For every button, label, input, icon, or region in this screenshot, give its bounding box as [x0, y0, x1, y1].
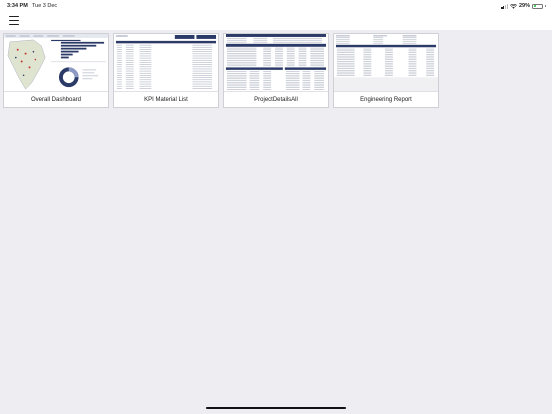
status-indicators: 29% [501, 2, 546, 10]
battery-percentage: 29% [518, 3, 530, 9]
report-card-kpi-material-list[interactable]: KPI Material List [113, 33, 219, 108]
status-bar: 3:34 PM Tue 3 Dec 29% [0, 0, 552, 12]
battery-icon [532, 3, 543, 9]
report-thumbnail [224, 34, 328, 92]
wifi-icon [510, 3, 517, 9]
report-title: KPI Material List [144, 96, 188, 103]
nav-bar [0, 12, 552, 30]
hamburger-menu-icon[interactable] [9, 16, 19, 25]
report-card-project-details-all[interactable]: ProjectDetailsAll [223, 33, 329, 108]
report-thumbnail [334, 34, 438, 92]
status-date: Tue 3 Dec [32, 3, 58, 9]
report-thumbnail [114, 34, 218, 92]
home-indicator[interactable] [206, 407, 346, 409]
report-card-overall-dashboard[interactable]: Overall Dashboard [3, 33, 109, 108]
report-title: Engineering Report [360, 96, 412, 103]
report-grid: Overall Dashboard KPI Material List Proj… [3, 33, 439, 108]
report-card-engineering-report[interactable]: Engineering Report [333, 33, 439, 108]
report-thumbnail [4, 34, 108, 92]
cellular-signal-icon [501, 4, 508, 9]
status-time: 3:34 PM [7, 3, 28, 9]
report-title: ProjectDetailsAll [254, 96, 298, 103]
battery-tip [545, 5, 546, 7]
report-title: Overall Dashboard [30, 96, 82, 103]
